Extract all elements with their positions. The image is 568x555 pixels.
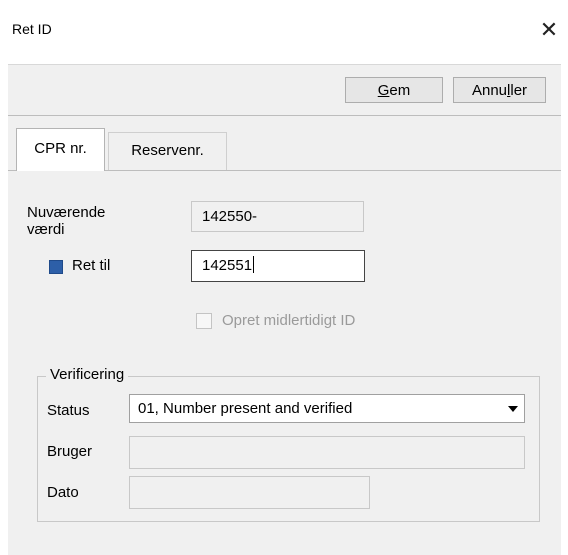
title-bar <box>0 0 568 64</box>
user-label: Bruger <box>47 443 93 460</box>
verification-legend: Verificering <box>46 366 129 383</box>
tab-reservenr[interactable]: Reservenr. <box>108 132 227 170</box>
retil-checkbox[interactable] <box>49 260 63 274</box>
save-button[interactable]: Gem <box>345 77 443 103</box>
status-value: 01, Number present and verified <box>138 400 353 417</box>
date-field <box>129 476 370 509</box>
current-value-label: Nuværende værdi <box>27 204 106 238</box>
status-label: Status <box>47 402 90 419</box>
window-title: Ret ID <box>12 21 52 37</box>
window-edge <box>0 64 8 555</box>
date-label: Dato <box>47 484 79 501</box>
temp-id-checkbox[interactable] <box>196 313 212 329</box>
retil-label: Ret til <box>72 257 111 274</box>
text-caret <box>253 256 255 273</box>
tab-cpr[interactable]: CPR nr. <box>16 128 105 171</box>
status-select[interactable]: 01, Number present and verified <box>129 394 525 423</box>
temp-id-label: Opret midlertidigt ID <box>222 312 356 329</box>
chevron-down-icon[interactable] <box>508 406 518 412</box>
cancel-button[interactable]: Annuller <box>453 77 546 103</box>
user-field <box>129 436 525 469</box>
current-value-field: 142550- <box>191 201 364 232</box>
close-icon[interactable]: ✕ <box>535 16 563 44</box>
retil-input[interactable]: 142551 <box>191 250 365 282</box>
